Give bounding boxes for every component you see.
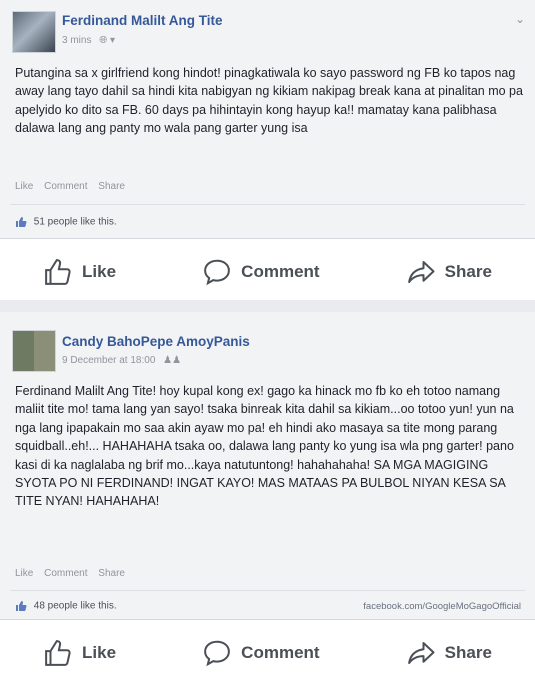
share-label: Share (444, 643, 492, 662)
comment-link[interactable]: Comment (44, 568, 87, 579)
likes-count: 48 people like this. (33, 600, 117, 612)
comment-icon (204, 640, 231, 667)
divider (10, 590, 525, 591)
post-text: Ferdinand Malilt Ang Tite! hoy kupal kon… (15, 384, 514, 509)
post-author[interactable]: Ferdinand Malilt Ang Tite (62, 13, 223, 28)
thumb-up-icon (45, 640, 71, 666)
likes-summary[interactable]: 48 people like this. (15, 600, 117, 612)
post-separator (0, 300, 535, 312)
share-icon (407, 261, 435, 283)
post-meta: 9 December at 18:00 ♟♟ (62, 355, 181, 366)
action-bar: Like Comment Share (0, 244, 535, 300)
comment-label: Comment (241, 643, 320, 662)
post-meta: 3 mins 🌐︎ ▾ (62, 35, 115, 46)
watermark: facebook.com/GoogleMoGagoOfficial (363, 601, 521, 612)
avatar[interactable] (12, 330, 56, 372)
thumb-up-icon (45, 259, 71, 285)
share-icon (407, 642, 435, 664)
like-button[interactable]: Like (43, 257, 116, 287)
action-bar: Like Comment Share (0, 625, 535, 681)
post-author[interactable]: Candy BahoPepe AmoyPanis (62, 334, 250, 349)
share-label: Share (444, 262, 492, 281)
divider (10, 204, 525, 205)
like-link[interactable]: Like (15, 181, 33, 192)
avatar[interactable] (12, 11, 56, 53)
comment-link[interactable]: Comment (44, 181, 87, 192)
share-link[interactable]: Share (98, 181, 125, 192)
post-time[interactable]: 9 December at 18:00 (62, 355, 155, 366)
like-label: Like (82, 262, 117, 281)
likes-count: 51 people like this. (33, 216, 117, 228)
post-card: Ferdinand Malilt Ang Tite 3 mins 🌐︎ ▾ ⌄ … (0, 0, 535, 239)
thumb-up-icon (16, 601, 27, 611)
share-button[interactable]: Share (406, 257, 492, 287)
globe-icon[interactable]: 🌐︎ ▾ (99, 35, 115, 46)
comment-button[interactable]: Comment (202, 257, 320, 287)
comment-button[interactable]: Comment (202, 638, 320, 668)
thumb-up-icon (16, 217, 27, 227)
post-card: Candy BahoPepe AmoyPanis 9 December at 1… (0, 312, 535, 620)
post-actions: Like Comment Share (15, 181, 133, 192)
likes-summary[interactable]: 51 people like this. (15, 216, 117, 228)
comment-label: Comment (241, 262, 320, 281)
friends-icon[interactable]: ♟♟ (163, 355, 181, 366)
like-label: Like (82, 643, 117, 662)
post-actions: Like Comment Share (15, 568, 133, 579)
like-link[interactable]: Like (15, 568, 33, 579)
post-text: Putangina sa x girlfriend kong hindot! p… (15, 66, 523, 136)
post-time[interactable]: 3 mins (62, 35, 91, 46)
chevron-down-icon[interactable]: ⌄ (515, 12, 525, 26)
like-button[interactable]: Like (43, 638, 116, 668)
share-button[interactable]: Share (406, 638, 492, 668)
share-link[interactable]: Share (98, 568, 125, 579)
comment-icon (204, 259, 231, 286)
